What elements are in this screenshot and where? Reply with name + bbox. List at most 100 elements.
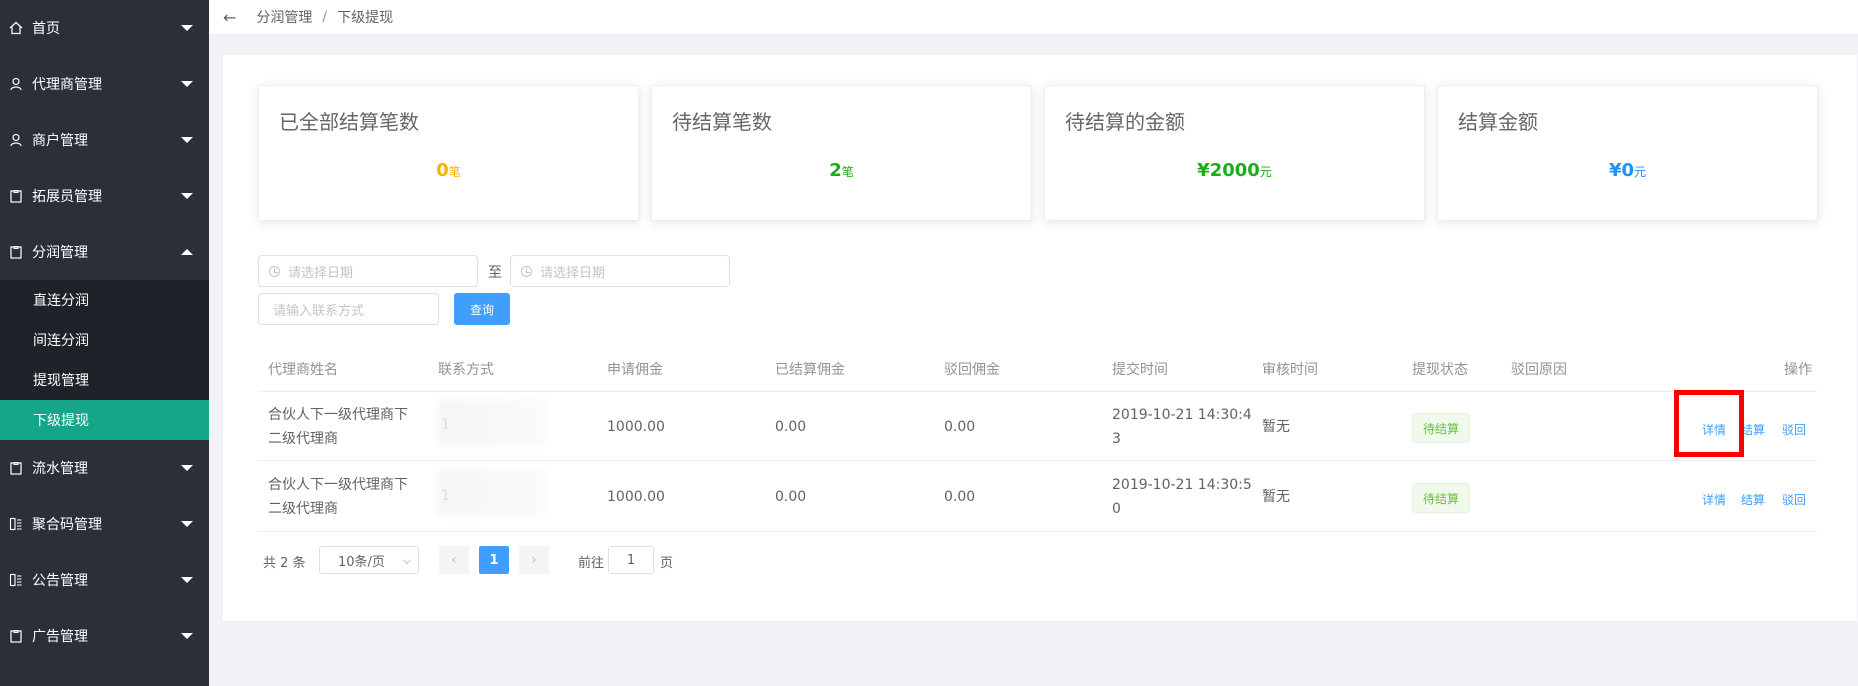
column-header: 代理商姓名 (268, 362, 338, 378)
cell-agent-name: 合伙人下一级代理商下 二级代理商 (268, 477, 408, 517)
cell-settled-commission: 0.00 (775, 419, 807, 435)
menu-item-label: 流水管理 (32, 461, 88, 477)
clipboard-icon (9, 461, 23, 475)
menu-item-notice[interactable]: 公告管理 (0, 552, 209, 608)
menu-item-qrcode[interactable]: 聚合码管理 (0, 496, 209, 552)
end-date-picker[interactable]: 请选择日期 (510, 255, 730, 287)
column-header: 驳回原因 (1511, 362, 1567, 378)
menu-item-label: 首页 (32, 21, 60, 37)
cell-agent-name: 合伙人下一级代理商下 二级代理商 (268, 407, 408, 447)
grid-icon (9, 573, 23, 587)
clipboard-icon (9, 245, 23, 259)
submenu-item-sub-withdraw[interactable]: 下级提现 (0, 400, 209, 440)
query-button[interactable]: 查询 (454, 293, 510, 325)
column-header: 申请佣金 (607, 362, 663, 378)
end-date-placeholder: 请选择日期 (540, 265, 606, 281)
next-page-button[interactable]: › (519, 546, 549, 574)
clock-icon (521, 265, 532, 277)
start-date-placeholder: 请选择日期 (288, 265, 354, 281)
submenu-item-direct[interactable]: 直连分润 (0, 280, 209, 320)
contact-input[interactable]: 请输入联系方式 (258, 293, 439, 325)
column-header: 联系方式 (438, 362, 494, 378)
column-header: 已结算佣金 (775, 362, 845, 378)
submenu-item-indirect[interactable]: 间连分润 (0, 320, 209, 360)
chevron-down-icon (402, 555, 412, 565)
menu-item-ads[interactable]: 广告管理 (0, 608, 209, 664)
sidebar: 首页 代理商管理 商户管理 拓展员管理 分润管理 直连分润 间连分润 提现管理 … (0, 0, 209, 686)
stat-card-pending-amount: 待结算的金额 ¥2000元 (1044, 85, 1425, 221)
menu-item-label: 拓展员管理 (32, 189, 102, 205)
row-divider (258, 460, 1817, 461)
menu-item-profit[interactable]: 分润管理 (0, 224, 209, 280)
clock-icon (269, 265, 280, 277)
chevron-down-icon (181, 633, 193, 639)
menu-item-merchant[interactable]: 商户管理 (0, 112, 209, 168)
redacted-contact (438, 470, 548, 516)
settle-link[interactable]: 结算 (1741, 421, 1765, 438)
cell-rejected-commission: 0.00 (944, 419, 976, 435)
settle-link[interactable]: 结算 (1741, 491, 1765, 508)
submenu-item-withdraw-manage[interactable]: 提现管理 (0, 360, 209, 400)
cell-settled-commission: 0.00 (775, 489, 807, 505)
user-icon (9, 133, 23, 147)
reject-link[interactable]: 驳回 (1782, 491, 1806, 508)
cell-audit-time: 暂无 (1262, 489, 1290, 505)
stat-value: 0笔 (436, 160, 461, 181)
column-header: 提现状态 (1412, 362, 1468, 378)
chevron-down-icon (181, 577, 193, 583)
stat-title: 结算金额 (1458, 110, 1538, 134)
cell-contact: 1 (441, 488, 450, 504)
stat-card-settled-amount: 结算金额 ¥0元 (1437, 85, 1818, 221)
menu-item-home[interactable]: 首页 (0, 0, 209, 56)
menu-item-label: 聚合码管理 (32, 517, 102, 533)
menu-item-agent[interactable]: 代理商管理 (0, 56, 209, 112)
menu-item-label: 广告管理 (32, 629, 88, 645)
cell-contact: 1 (441, 417, 450, 433)
goto-page-input[interactable]: 1 (608, 546, 654, 574)
home-icon (9, 21, 23, 35)
pagination-total: 共 2 条 (263, 556, 306, 571)
stat-card-pending-count: 待结算笔数 2笔 (651, 85, 1032, 221)
clipboard-icon (9, 189, 23, 203)
column-header: 驳回佣金 (944, 362, 1000, 378)
chevron-down-icon (181, 137, 193, 143)
status-badge: 待结算 (1412, 483, 1470, 513)
submenu-profit: 直连分润 间连分润 提现管理 下级提现 (0, 280, 209, 440)
detail-link[interactable]: 详情 (1702, 491, 1726, 508)
stat-value: 2笔 (829, 160, 854, 181)
cell-submit-time: 2019-10-21 14:30:5 0 (1112, 477, 1252, 517)
highlight-box (1674, 390, 1744, 457)
page-number[interactable]: 1 (479, 546, 509, 574)
breadcrumb-separator: / (322, 9, 328, 25)
date-range-separator: 至 (488, 265, 502, 281)
chevron-down-icon (181, 25, 193, 31)
status-badge: 待结算 (1412, 413, 1470, 443)
clipboard-icon (9, 629, 23, 643)
menu-item-label: 公告管理 (32, 573, 88, 589)
stat-title: 待结算的金额 (1065, 110, 1185, 134)
cell-rejected-commission: 0.00 (944, 489, 976, 505)
stat-title: 待结算笔数 (672, 110, 772, 134)
redacted-contact (438, 400, 548, 446)
page-suffix: 页 (660, 556, 674, 571)
reject-link[interactable]: 驳回 (1782, 421, 1806, 438)
back-arrow-icon[interactable]: ← (223, 8, 236, 27)
breadcrumb: ← 分润管理 / 下级提现 (209, 0, 1858, 35)
stat-value: ¥2000元 (1197, 160, 1272, 181)
prev-page-button[interactable]: ‹ (439, 546, 469, 574)
start-date-picker[interactable]: 请选择日期 (258, 255, 478, 287)
chevron-down-icon (181, 521, 193, 527)
main-panel: 已全部结算笔数 0笔 待结算笔数 2笔 待结算的金额 ¥2000元 结算金额 ¥… (223, 55, 1857, 621)
column-header: 提交时间 (1112, 362, 1168, 378)
cell-audit-time: 暂无 (1262, 419, 1290, 435)
menu-item-expander[interactable]: 拓展员管理 (0, 168, 209, 224)
chevron-down-icon (181, 193, 193, 199)
column-header: 审核时间 (1262, 362, 1318, 378)
cell-apply-commission: 1000.00 (607, 489, 665, 505)
page-size-select[interactable]: 10条/页 (319, 546, 419, 574)
chevron-down-icon (181, 465, 193, 471)
menu-item-label: 商户管理 (32, 133, 88, 149)
breadcrumb-parent[interactable]: 分润管理 (256, 7, 312, 27)
goto-label: 前往 (578, 556, 605, 571)
menu-item-flow[interactable]: 流水管理 (0, 440, 209, 496)
